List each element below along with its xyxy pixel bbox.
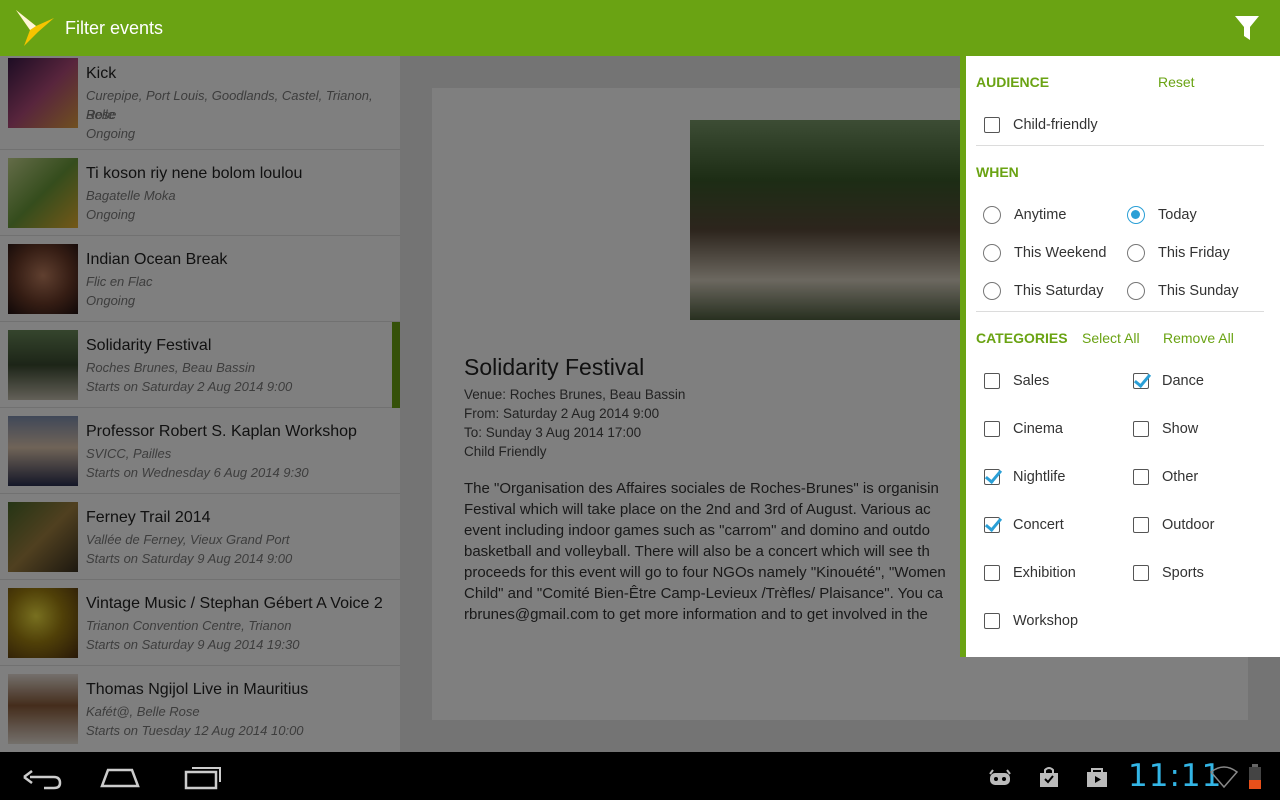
when-heading: WHEN (976, 164, 1019, 180)
bird-logo-icon[interactable] (14, 8, 58, 48)
when-today-radio[interactable]: Today (1127, 206, 1197, 224)
radio-circle (983, 282, 1001, 300)
option-label: Cinema (1013, 421, 1063, 437)
option-label: Dance (1162, 373, 1204, 389)
checkbox-box-checked (1133, 373, 1149, 389)
when-this-weekend-radio[interactable]: This Weekend (983, 244, 1106, 262)
home-icon[interactable] (98, 762, 142, 792)
when-this-saturday-radio[interactable]: This Saturday (983, 282, 1103, 300)
category-dance-checkbox[interactable]: Dance (1133, 373, 1204, 389)
radio-circle (983, 244, 1001, 262)
checkbox-box (1133, 469, 1149, 485)
category-cinema-checkbox[interactable]: Cinema (984, 421, 1063, 437)
when-this-friday-radio[interactable]: This Friday (1127, 244, 1230, 262)
filter-panel: AUDIENCE Reset Child-friendly WHEN Anyti… (960, 56, 1280, 657)
radio-circle (1127, 244, 1145, 262)
radio-circle (1127, 282, 1145, 300)
checkbox-box (1133, 517, 1149, 533)
reset-button[interactable]: Reset (1158, 74, 1195, 90)
option-label: Sales (1013, 373, 1050, 389)
option-label: Nightlife (1013, 469, 1066, 485)
checkbox-box-checked (984, 517, 1000, 533)
when-anytime-radio[interactable]: Anytime (983, 206, 1066, 224)
category-outdoor-checkbox[interactable]: Outdoor (1133, 517, 1214, 533)
checkbox-box (1133, 421, 1149, 437)
checkbox-box (984, 117, 1000, 133)
checkbox-box (984, 565, 1000, 581)
option-label: This Friday (1158, 245, 1230, 261)
clock: 11:11 (1128, 758, 1223, 794)
option-label: Workshop (1013, 613, 1079, 629)
audience-heading: AUDIENCE (976, 74, 1050, 90)
wifi-icon (1210, 766, 1238, 788)
option-label: This Saturday (1014, 283, 1104, 299)
option-label: Outdoor (1162, 517, 1215, 533)
categories-heading: CATEGORIES (976, 330, 1068, 346)
option-label: Child-friendly (1013, 117, 1098, 133)
shopping-bag-icon (1040, 767, 1058, 787)
when-this-sunday-radio[interactable]: This Sunday (1127, 282, 1239, 300)
category-other-checkbox[interactable]: Other (1133, 469, 1198, 485)
option-label: Concert (1013, 517, 1064, 533)
checkbox-box (1133, 565, 1149, 581)
checkbox-box (984, 373, 1000, 389)
play-store-icon (1087, 768, 1107, 787)
option-label: Other (1162, 469, 1199, 485)
back-icon[interactable] (20, 762, 64, 792)
category-show-checkbox[interactable]: Show (1133, 421, 1198, 437)
radio-circle-selected (1127, 206, 1145, 224)
child-friendly-checkbox[interactable]: Child-friendly (984, 117, 1098, 133)
radio-circle (983, 206, 1001, 224)
option-label: Show (1162, 421, 1199, 437)
android-debug-icon (989, 769, 1011, 785)
action-bar: Filter events (0, 0, 1280, 56)
category-concert-checkbox[interactable]: Concert (984, 517, 1064, 533)
option-label: Exhibition (1013, 565, 1076, 581)
category-sports-checkbox[interactable]: Sports (1133, 565, 1204, 581)
option-label: Sports (1162, 565, 1204, 581)
option-label: Today (1158, 207, 1197, 223)
option-label: Anytime (1014, 207, 1067, 223)
checkbox-box (984, 613, 1000, 629)
category-sales-checkbox[interactable]: Sales (984, 373, 1049, 389)
category-workshop-checkbox[interactable]: Workshop (984, 613, 1078, 629)
battery-icon (1249, 764, 1261, 789)
option-label: This Sunday (1158, 283, 1239, 299)
page-title: Filter events (65, 18, 164, 38)
divider (976, 311, 1264, 312)
option-label: This Weekend (1014, 245, 1107, 261)
divider (976, 145, 1264, 146)
system-bar: 11:11 (0, 752, 1280, 800)
filter-icon[interactable] (1234, 14, 1260, 42)
category-exhibition-checkbox[interactable]: Exhibition (984, 565, 1076, 581)
category-nightlife-checkbox[interactable]: Nightlife (984, 469, 1065, 485)
recent-apps-icon[interactable] (180, 762, 224, 792)
remove-all-button[interactable]: Remove All (1163, 330, 1234, 346)
checkbox-box-checked (984, 469, 1000, 485)
checkbox-box (984, 421, 1000, 437)
select-all-button[interactable]: Select All (1082, 330, 1140, 346)
